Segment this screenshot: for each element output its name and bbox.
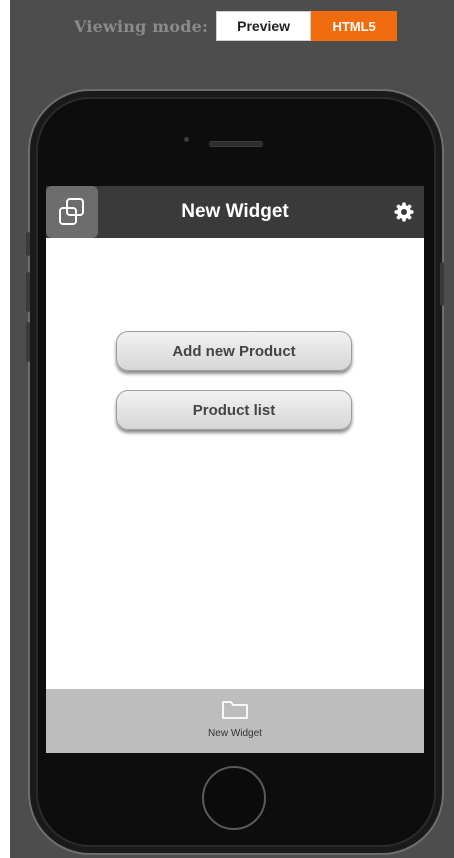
viewing-mode-label: Viewing mode:	[74, 16, 209, 36]
add-new-product-button[interactable]: Add new Product	[116, 331, 352, 371]
phone-screen: New Widget Add new Product Product list …	[46, 186, 424, 753]
main-content: Add new Product Product list	[46, 238, 424, 689]
app-header: New Widget	[46, 186, 424, 238]
product-list-button[interactable]: Product list	[116, 390, 352, 430]
html5-mode-button[interactable]: HTML5	[311, 11, 398, 41]
gear-icon[interactable]	[394, 202, 414, 222]
phone-power-button	[440, 262, 444, 306]
app-switch-icon[interactable]	[46, 186, 98, 238]
phone-volume-down	[26, 322, 30, 362]
phone-volume-up	[26, 272, 30, 312]
folder-icon	[222, 701, 248, 719]
phone-front-camera	[184, 137, 189, 142]
phone-speaker	[209, 141, 263, 147]
tab-label: New Widget	[208, 728, 262, 739]
viewing-mode-bar: Viewing mode: Preview HTML5	[74, 10, 398, 42]
preview-mode-button[interactable]: Preview	[216, 11, 312, 41]
bottom-tab-bar: New Widget	[46, 689, 424, 753]
phone-home-button	[202, 766, 266, 830]
tab-new-widget[interactable]: New Widget	[185, 697, 285, 749]
phone-mute-switch	[26, 232, 30, 256]
page-title: New Widget	[181, 201, 289, 222]
